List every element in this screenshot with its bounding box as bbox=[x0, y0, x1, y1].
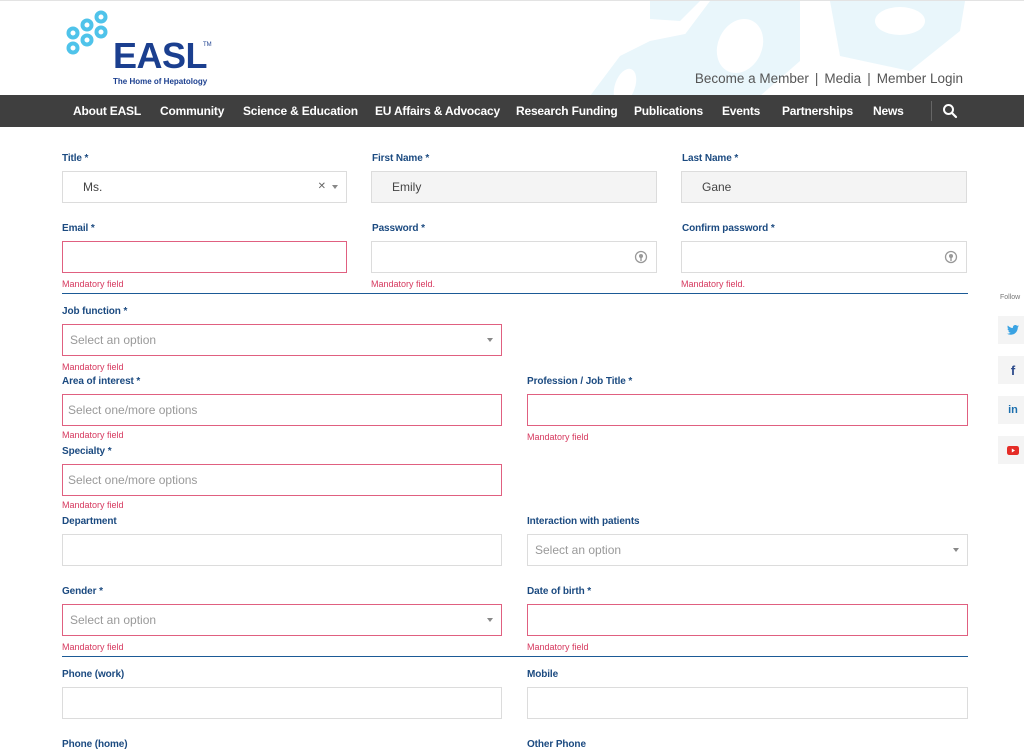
chevron-down-icon bbox=[487, 618, 493, 622]
password-manager-icon[interactable] bbox=[944, 250, 958, 264]
job-function-select[interactable]: Select an option bbox=[62, 324, 502, 356]
easl-logo[interactable]: EASL TM The Home of Hepatology bbox=[60, 9, 220, 89]
last-name-label: Last Name * bbox=[682, 153, 739, 164]
section-divider bbox=[62, 293, 968, 294]
linkedin-icon: in bbox=[1008, 404, 1018, 416]
interaction-placeholder: Select an option bbox=[535, 543, 622, 557]
dob-input[interactable] bbox=[527, 604, 968, 636]
clear-icon[interactable]: ✕ bbox=[318, 181, 326, 192]
specialty-label: Specialty * bbox=[62, 446, 112, 457]
specialty-placeholder: Select one/more options bbox=[68, 473, 198, 487]
profession-input[interactable] bbox=[527, 394, 968, 426]
department-input[interactable] bbox=[62, 534, 502, 566]
specialty-error: Mandatory field bbox=[62, 500, 124, 510]
mobile-input[interactable] bbox=[527, 687, 968, 719]
dob-error: Mandatory field bbox=[527, 642, 589, 652]
gender-error: Mandatory field bbox=[62, 642, 124, 652]
chevron-down-icon bbox=[487, 338, 493, 342]
linkedin-button[interactable]: in bbox=[998, 396, 1024, 424]
separator: | bbox=[867, 71, 871, 86]
email-input[interactable] bbox=[62, 241, 347, 273]
dob-label: Date of birth * bbox=[527, 586, 592, 597]
email-error: Mandatory field bbox=[62, 279, 124, 289]
nav-eu-affairs[interactable]: EU Affairs & Advocacy bbox=[375, 104, 500, 118]
job-function-label: Job function * bbox=[62, 306, 128, 317]
youtube-button[interactable] bbox=[998, 436, 1024, 464]
mobile-label: Mobile bbox=[527, 669, 559, 680]
hexagon-logo-icon bbox=[66, 10, 108, 55]
separator: | bbox=[814, 71, 819, 86]
gender-select[interactable]: Select an option bbox=[62, 604, 502, 636]
password-error: Mandatory field. bbox=[371, 279, 436, 289]
other-phone-label: Other Phone bbox=[527, 739, 586, 750]
password-label: Password * bbox=[372, 223, 425, 234]
top-links: Become a Member | Media | Member Login bbox=[695, 71, 963, 86]
email-label: Email * bbox=[62, 223, 95, 234]
phone-home-label: Phone (home) bbox=[62, 739, 128, 750]
department-label: Department bbox=[62, 516, 117, 527]
youtube-icon bbox=[1007, 445, 1019, 455]
site-header: EASL TM The Home of Hepatology Become a … bbox=[0, 0, 1024, 95]
member-login-link[interactable]: Member Login bbox=[877, 71, 963, 86]
title-select[interactable]: Ms. ✕ bbox=[62, 171, 347, 203]
gender-placeholder: Select an option bbox=[70, 613, 157, 627]
twitter-icon bbox=[1007, 325, 1019, 335]
first-name-label: First Name * bbox=[372, 153, 430, 164]
main-nav: About EASL Community Science & Education… bbox=[0, 95, 1024, 127]
nav-publications[interactable]: Publications bbox=[634, 104, 703, 118]
area-of-interest-error: Mandatory field bbox=[62, 430, 124, 440]
confirm-password-input[interactable] bbox=[681, 241, 967, 273]
search-icon[interactable] bbox=[942, 103, 958, 119]
password-input[interactable] bbox=[371, 241, 657, 273]
facebook-button[interactable]: f bbox=[998, 356, 1024, 384]
profession-label: Profession / Job Title * bbox=[527, 376, 633, 387]
confirm-password-label: Confirm password * bbox=[682, 223, 775, 234]
nav-news[interactable]: News bbox=[873, 104, 904, 118]
nav-research-funding[interactable]: Research Funding bbox=[516, 104, 618, 118]
facebook-icon: f bbox=[1010, 362, 1016, 378]
first-name-input[interactable]: Emily bbox=[371, 171, 657, 203]
logo-wordmark: EASL bbox=[113, 35, 208, 76]
profession-error: Mandatory field bbox=[527, 432, 589, 442]
area-of-interest-label: Area of interest * bbox=[62, 376, 141, 387]
logo-tagline: The Home of Hepatology bbox=[113, 77, 208, 86]
interaction-label: Interaction with patients bbox=[527, 516, 640, 527]
follow-label: Follow bbox=[1000, 294, 1021, 301]
media-link[interactable]: Media bbox=[824, 71, 861, 86]
nav-community[interactable]: Community bbox=[160, 104, 224, 118]
job-function-error: Mandatory field bbox=[62, 362, 124, 372]
chevron-down-icon bbox=[332, 185, 338, 189]
interaction-select[interactable]: Select an option bbox=[527, 534, 968, 566]
last-name-value: Gane bbox=[702, 180, 732, 194]
last-name-input[interactable]: Gane bbox=[681, 171, 967, 203]
nav-divider bbox=[931, 101, 932, 121]
area-of-interest-placeholder: Select one/more options bbox=[68, 403, 198, 417]
nav-about-easl[interactable]: About EASL bbox=[73, 104, 141, 118]
nav-events[interactable]: Events bbox=[722, 104, 760, 118]
twitter-button[interactable] bbox=[998, 316, 1024, 344]
job-function-placeholder: Select an option bbox=[70, 333, 157, 347]
nav-science-education[interactable]: Science & Education bbox=[243, 104, 358, 118]
title-value: Ms. bbox=[83, 180, 103, 194]
chevron-down-icon bbox=[953, 548, 959, 552]
nav-partnerships[interactable]: Partnerships bbox=[782, 104, 853, 118]
title-label: Title * bbox=[62, 153, 89, 164]
logo-trademark: TM bbox=[203, 42, 212, 48]
section-divider bbox=[62, 656, 968, 657]
specialty-multiselect[interactable]: Select one/more options bbox=[62, 464, 502, 496]
password-manager-icon[interactable] bbox=[634, 250, 648, 264]
gender-label: Gender * bbox=[62, 586, 103, 597]
confirm-password-error: Mandatory field. bbox=[681, 279, 746, 289]
area-of-interest-multiselect[interactable]: Select one/more options bbox=[62, 394, 502, 426]
first-name-value: Emily bbox=[392, 180, 422, 194]
phone-work-label: Phone (work) bbox=[62, 669, 125, 680]
become-member-link[interactable]: Become a Member bbox=[695, 71, 809, 86]
phone-work-input[interactable] bbox=[62, 687, 502, 719]
